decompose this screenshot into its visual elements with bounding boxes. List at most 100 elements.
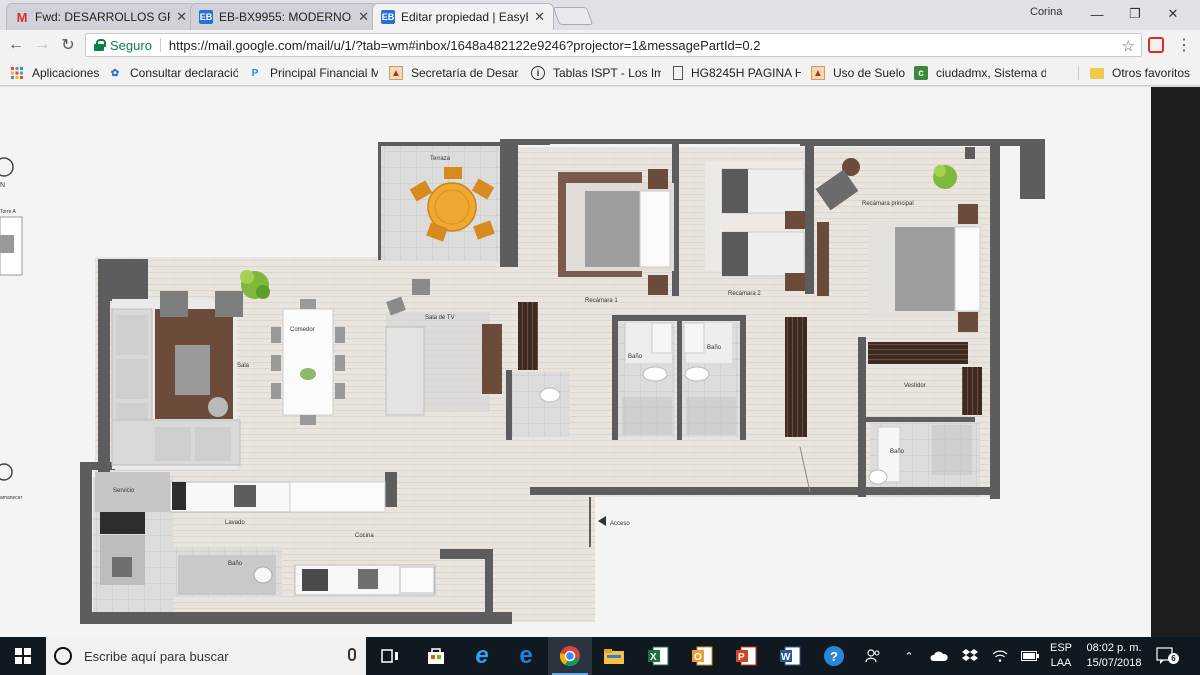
windows-logo-icon — [15, 648, 31, 664]
floor-bano-social — [505, 372, 570, 437]
bano-1-label: Baño — [628, 354, 643, 360]
plan-legend: N Torre A amanecer — [0, 157, 23, 501]
taskbar-search-box[interactable]: Escribe aquí para buscar — [46, 637, 366, 675]
back-icon[interactable]: ← — [6, 35, 26, 55]
viewer-dark-panel — [1151, 87, 1200, 637]
bookmark-label: Secretaría de Desarr — [411, 66, 519, 80]
onedrive-cloud-icon[interactable] — [926, 637, 952, 675]
people-icon[interactable] — [860, 637, 886, 675]
suelo-icon: ▲ — [811, 66, 825, 80]
bookmark-label: Uso de Suelo — [833, 66, 906, 80]
powerpoint-icon[interactable]: P — [724, 637, 768, 675]
menu-kebab-icon[interactable]: ⋮ — [1176, 35, 1192, 55]
bookmark-star-icon[interactable]: ☆ — [1122, 37, 1135, 55]
bookmark-ciudadmx[interactable]: c ciudadmx, Sistema d — [914, 65, 1046, 81]
bookmark-label: Tablas ISPT - Los Imp — [553, 66, 661, 80]
declaracion-icon: ✿ — [110, 67, 120, 79]
show-hidden-icons-chevron-up-icon[interactable]: ⌃ — [898, 637, 920, 675]
sun-label: amanecer — [0, 495, 23, 501]
file-explorer-icon[interactable] — [592, 637, 636, 675]
profile-name[interactable]: Corina — [1030, 6, 1062, 18]
minimize-icon[interactable]: — — [1082, 4, 1112, 24]
tab-title: EB-BX9955: MODERNOS — [219, 10, 353, 24]
tab-editar-propiedad[interactable]: EB Editar propiedad | EasyBr ✕ — [372, 3, 554, 30]
edge-icon[interactable]: e — [504, 637, 548, 675]
bookmarks-divider — [1078, 66, 1079, 80]
vestidor-label: Vestidor — [904, 383, 926, 389]
address-bar[interactable]: Seguro https://mail.google.com/mail/u/1/… — [85, 33, 1142, 57]
clock-time: 08:02 p. m. — [1086, 642, 1142, 654]
terraza-label: Terraza — [430, 156, 451, 162]
ie-icon[interactable]: e — [460, 637, 504, 675]
recamara-1-label: Recámara 1 — [585, 298, 618, 304]
tab-title: Fwd: DESARROLLOS GRU — [35, 10, 171, 24]
start-button[interactable] — [0, 637, 46, 675]
lock-icon — [94, 39, 106, 51]
bano-2-label: Baño — [707, 345, 722, 351]
windows-taskbar: Escribe aquí para buscar e e X O P W ? ⌃ — [0, 637, 1200, 675]
floor-plan: Terraza Sala Comedor Sala de TV Recámara… — [0, 139, 1045, 624]
tab-gmail[interactable]: M Fwd: DESARROLLOS GRU ✕ — [6, 3, 196, 30]
action-center-button[interactable]: 6 — [1156, 646, 1179, 666]
bano-3-label: Baño — [890, 449, 905, 455]
new-tab-button[interactable] — [552, 7, 594, 25]
microphone-icon[interactable] — [348, 648, 356, 661]
search-placeholder: Escribe aquí para buscar — [84, 648, 229, 664]
sala-tv-label: Sala de TV — [425, 315, 455, 321]
close-window-icon[interactable]: ✕ — [1158, 4, 1188, 24]
plant-recamara — [933, 165, 957, 189]
gmail-icon: M — [16, 9, 28, 25]
notification-count-badge: 6 — [1168, 653, 1179, 664]
forward-icon[interactable]: → — [32, 35, 52, 55]
folder-icon — [1090, 67, 1104, 79]
sala: Sala — [111, 291, 250, 469]
close-tab-icon[interactable]: ✕ — [358, 9, 369, 25]
chrome-icon[interactable] — [548, 637, 592, 675]
excel-icon[interactable]: X — [636, 637, 680, 675]
servicio-label: Servicio — [113, 488, 135, 494]
dropbox-icon[interactable] — [958, 637, 982, 675]
reload-icon[interactable]: ↻ — [58, 35, 78, 55]
task-view-icon[interactable] — [368, 637, 412, 675]
secretaria-icon: ▲ — [389, 66, 403, 80]
image-viewer: Terraza Sala Comedor Sala de TV Recámara… — [0, 87, 1200, 637]
restore-icon[interactable]: ❐ — [1120, 4, 1150, 24]
bookmark-principal-financial[interactable]: P Principal Financial M — [248, 65, 378, 81]
battery-icon[interactable] — [1018, 637, 1042, 675]
recamara-2-label: Recámara 2 — [728, 291, 761, 297]
lang-bottom: LAA — [1050, 657, 1072, 669]
bookmark-hg8245h[interactable]: HG8245H PAGINA H — [673, 65, 801, 81]
recamara-principal-label: Recámara principal — [862, 201, 914, 207]
url-text[interactable]: https://mail.google.com/mail/u/1/?tab=wm… — [169, 38, 761, 53]
bookmark-label: HG8245H PAGINA H — [691, 66, 801, 80]
store-icon[interactable] — [414, 637, 458, 675]
bookmark-otros-favoritos[interactable]: Otros favoritos — [1090, 65, 1200, 81]
url-separator — [159, 38, 161, 52]
svg-text:?: ? — [830, 649, 838, 664]
bano-servicio-label: Baño — [228, 561, 243, 567]
bookmark-secretaria[interactable]: ▲ Secretaría de Desarr — [389, 65, 519, 81]
svg-text:O: O — [694, 652, 702, 663]
comedor-label: Comedor — [290, 327, 315, 333]
wifi-icon[interactable] — [988, 637, 1012, 675]
bookmark-tablas-ispt[interactable]: i Tablas ISPT - Los Imp — [531, 65, 661, 81]
lang-top: ESP — [1049, 642, 1072, 654]
tab-easybroker-listing[interactable]: EB EB-BX9955: MODERNOS ✕ — [190, 3, 378, 30]
close-tab-icon[interactable]: ✕ — [176, 9, 187, 25]
outlook-icon[interactable]: O — [680, 637, 724, 675]
cortana-icon — [54, 647, 72, 665]
word-icon[interactable]: W — [768, 637, 812, 675]
input-language[interactable]: ESP LAA — [1045, 641, 1077, 671]
close-tab-icon[interactable]: ✕ — [534, 9, 545, 25]
pocket-extension-icon[interactable] — [1148, 37, 1164, 53]
clock-date: 15/07/2018 — [1086, 657, 1142, 669]
bookmark-aplicaciones[interactable]: Aplicaciones — [10, 65, 105, 81]
bookmark-label: Otros favoritos — [1112, 66, 1191, 80]
bookmark-consultar-declaracion[interactable]: ✿ Consultar declaració — [108, 65, 238, 81]
bookmarks-bar: Aplicaciones ✿ Consultar declaració P Pr… — [0, 60, 1200, 86]
north-label: N — [0, 182, 5, 189]
help-icon[interactable]: ? — [812, 637, 856, 675]
bookmark-uso-de-suelo[interactable]: ▲ Uso de Suelo — [811, 65, 911, 81]
clock[interactable]: 08:02 p. m. 15/07/2018 — [1083, 641, 1145, 671]
lavado-label: Lavado — [225, 520, 245, 526]
